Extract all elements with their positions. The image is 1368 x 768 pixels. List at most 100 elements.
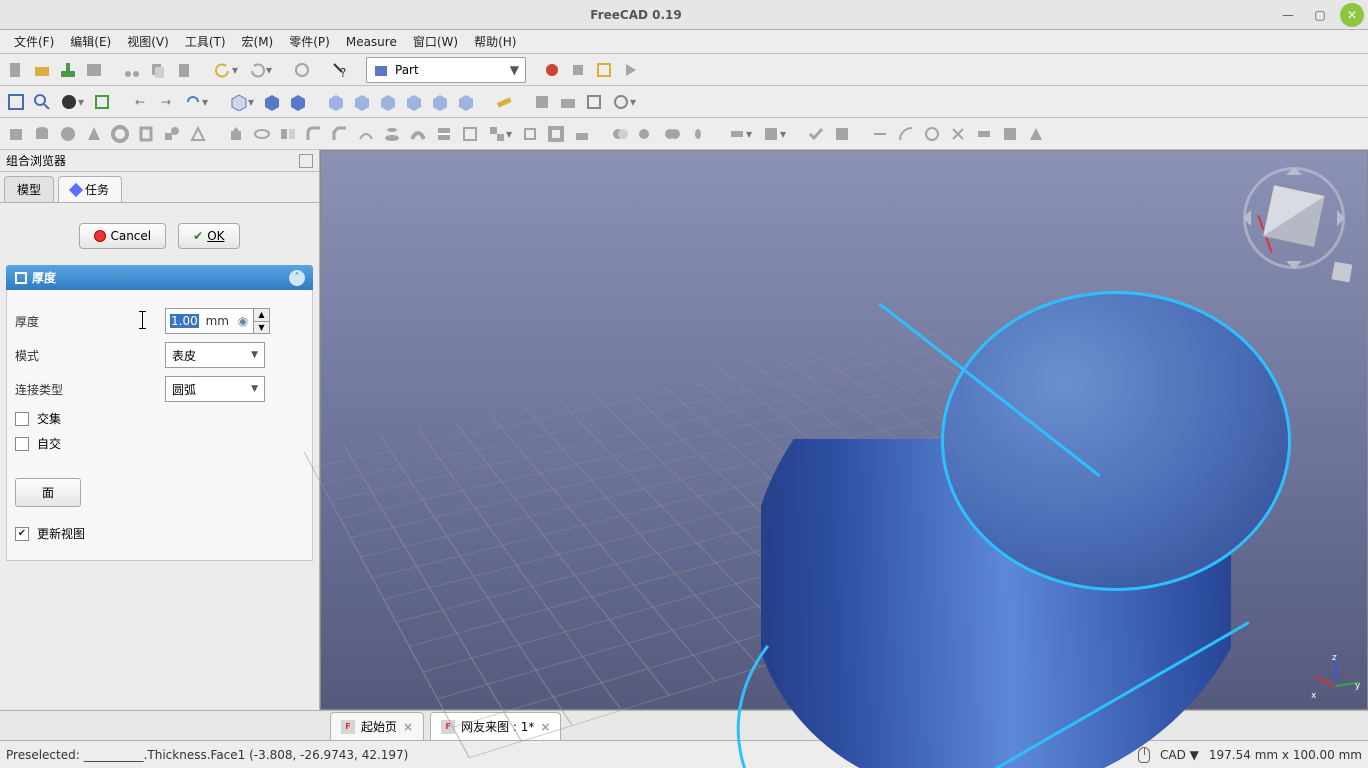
extrude-button[interactable]	[224, 122, 248, 146]
window-minimize-button[interactable]: —	[1276, 3, 1300, 27]
sweep-button[interactable]	[406, 122, 430, 146]
redo-button[interactable]: ▾	[244, 58, 276, 82]
measure-refresh-button[interactable]	[920, 122, 944, 146]
spin-arrows[interactable]: ▲▼	[253, 309, 269, 333]
view2-button[interactable]	[350, 90, 374, 114]
view5-button[interactable]	[428, 90, 452, 114]
tab-task[interactable]: 任务	[58, 176, 122, 202]
window-close-button[interactable]: ✕	[1340, 3, 1364, 27]
split-button[interactable]: ▾	[758, 122, 790, 146]
paste-button[interactable]	[172, 58, 196, 82]
front-view-button[interactable]	[260, 90, 284, 114]
fillet-button[interactable]	[302, 122, 326, 146]
defeaturing-button[interactable]	[830, 122, 854, 146]
navcube-up-icon[interactable]	[1286, 159, 1302, 175]
view3-button[interactable]	[376, 90, 400, 114]
cylinder-shape[interactable]	[681, 271, 1191, 741]
mirror-button[interactable]	[276, 122, 300, 146]
cone-button[interactable]	[82, 122, 106, 146]
doc-tab-start[interactable]: F 起始页 ×	[330, 712, 424, 740]
cancel-button[interactable]: Cancel	[79, 223, 166, 249]
menu-view[interactable]: 视图(V)	[119, 31, 177, 52]
menu-file[interactable]: 文件(F)	[6, 31, 62, 52]
whats-this-button[interactable]: ?	[328, 58, 352, 82]
macro-play-button[interactable]	[618, 58, 642, 82]
mode-select[interactable]: 表皮▼	[165, 342, 265, 368]
undo-button[interactable]: ▾	[210, 58, 242, 82]
navcube-left-icon[interactable]	[1235, 210, 1251, 226]
menu-measure[interactable]: Measure	[338, 33, 405, 51]
projection-button[interactable]	[570, 122, 594, 146]
navigation-cube[interactable]	[1239, 163, 1349, 273]
fit-selection-button[interactable]	[30, 90, 54, 114]
expression-icon[interactable]: ◉	[233, 314, 253, 328]
view6-button[interactable]	[454, 90, 478, 114]
navcube-right-icon[interactable]	[1337, 210, 1353, 226]
3d-viewport[interactable]: z y x	[320, 150, 1368, 710]
ruled-button[interactable]	[354, 122, 378, 146]
save-doc-button[interactable]	[56, 58, 80, 82]
face-select-button[interactable]: 面	[15, 478, 81, 507]
navcube-down-icon[interactable]	[1286, 261, 1302, 277]
tab-model[interactable]: 模型	[4, 176, 54, 202]
view4-button[interactable]	[402, 90, 426, 114]
chamfer-button[interactable]	[328, 122, 352, 146]
menu-part[interactable]: 零件(P)	[281, 31, 338, 52]
iso-view-button[interactable]: ▾	[226, 90, 258, 114]
part-create-button[interactable]	[530, 90, 554, 114]
view1-button[interactable]	[324, 90, 348, 114]
boolean-button[interactable]	[608, 122, 632, 146]
update-view-checkbox[interactable]: ✔ 更新视图	[15, 525, 304, 542]
torus-button[interactable]	[108, 122, 132, 146]
fuse-button[interactable]	[660, 122, 684, 146]
menu-macro[interactable]: 宏(M)	[234, 31, 282, 52]
shapebuilder-button[interactable]	[186, 122, 210, 146]
save-as-button[interactable]	[82, 58, 106, 82]
macro-edit-button[interactable]	[592, 58, 616, 82]
collapse-icon[interactable]: ˄	[289, 270, 305, 286]
nav-fwd-button[interactable]: →	[154, 90, 178, 114]
nav-back-button[interactable]: ←	[128, 90, 152, 114]
link-make-button[interactable]	[582, 90, 606, 114]
section-button[interactable]	[432, 122, 456, 146]
thickness-button[interactable]	[544, 122, 568, 146]
loft-button[interactable]	[380, 122, 404, 146]
measure-toggledelta-button[interactable]	[1024, 122, 1048, 146]
copy-button[interactable]	[146, 58, 170, 82]
menu-tools[interactable]: 工具(T)	[177, 31, 234, 52]
link-actions-button[interactable]: ▾	[608, 90, 640, 114]
primitives-button[interactable]	[160, 122, 184, 146]
macro-stop-button[interactable]	[566, 58, 590, 82]
cut-button[interactable]	[120, 58, 144, 82]
measure-clear-button[interactable]	[946, 122, 970, 146]
intersection-checkbox[interactable]: 交集	[15, 410, 304, 427]
menu-help[interactable]: 帮助(H)	[466, 31, 524, 52]
macro-record-button[interactable]	[540, 58, 564, 82]
bbox-button[interactable]	[90, 90, 114, 114]
revolve-button[interactable]	[250, 122, 274, 146]
check-geom-button[interactable]	[804, 122, 828, 146]
refresh-button[interactable]	[290, 58, 314, 82]
draw-style-button[interactable]: ▾	[56, 90, 88, 114]
cross-sections-button[interactable]	[458, 122, 482, 146]
open-doc-button[interactable]	[30, 58, 54, 82]
dock-float-button[interactable]	[299, 154, 313, 168]
workbench-selector[interactable]: Part ▼	[366, 57, 526, 83]
fit-all-button[interactable]	[4, 90, 28, 114]
top-view-button[interactable]	[286, 90, 310, 114]
common-button[interactable]	[686, 122, 710, 146]
measure-toggle3d-button[interactable]	[998, 122, 1022, 146]
measure-linear-button[interactable]	[868, 122, 892, 146]
link-nav-button[interactable]: ▾	[180, 90, 212, 114]
ok-button[interactable]: ✔ OK	[178, 223, 239, 249]
measure-button[interactable]	[492, 90, 516, 114]
box-button[interactable]	[4, 122, 28, 146]
navcube-menu-icon[interactable]	[1332, 262, 1353, 283]
new-doc-button[interactable]	[4, 58, 28, 82]
measure-toggle-button[interactable]	[972, 122, 996, 146]
menu-windows[interactable]: 窗口(W)	[405, 31, 466, 52]
join-button[interactable]: ▾	[724, 122, 756, 146]
window-maximize-button[interactable]: ▢	[1308, 3, 1332, 27]
sphere-button[interactable]	[56, 122, 80, 146]
tube-button[interactable]	[134, 122, 158, 146]
